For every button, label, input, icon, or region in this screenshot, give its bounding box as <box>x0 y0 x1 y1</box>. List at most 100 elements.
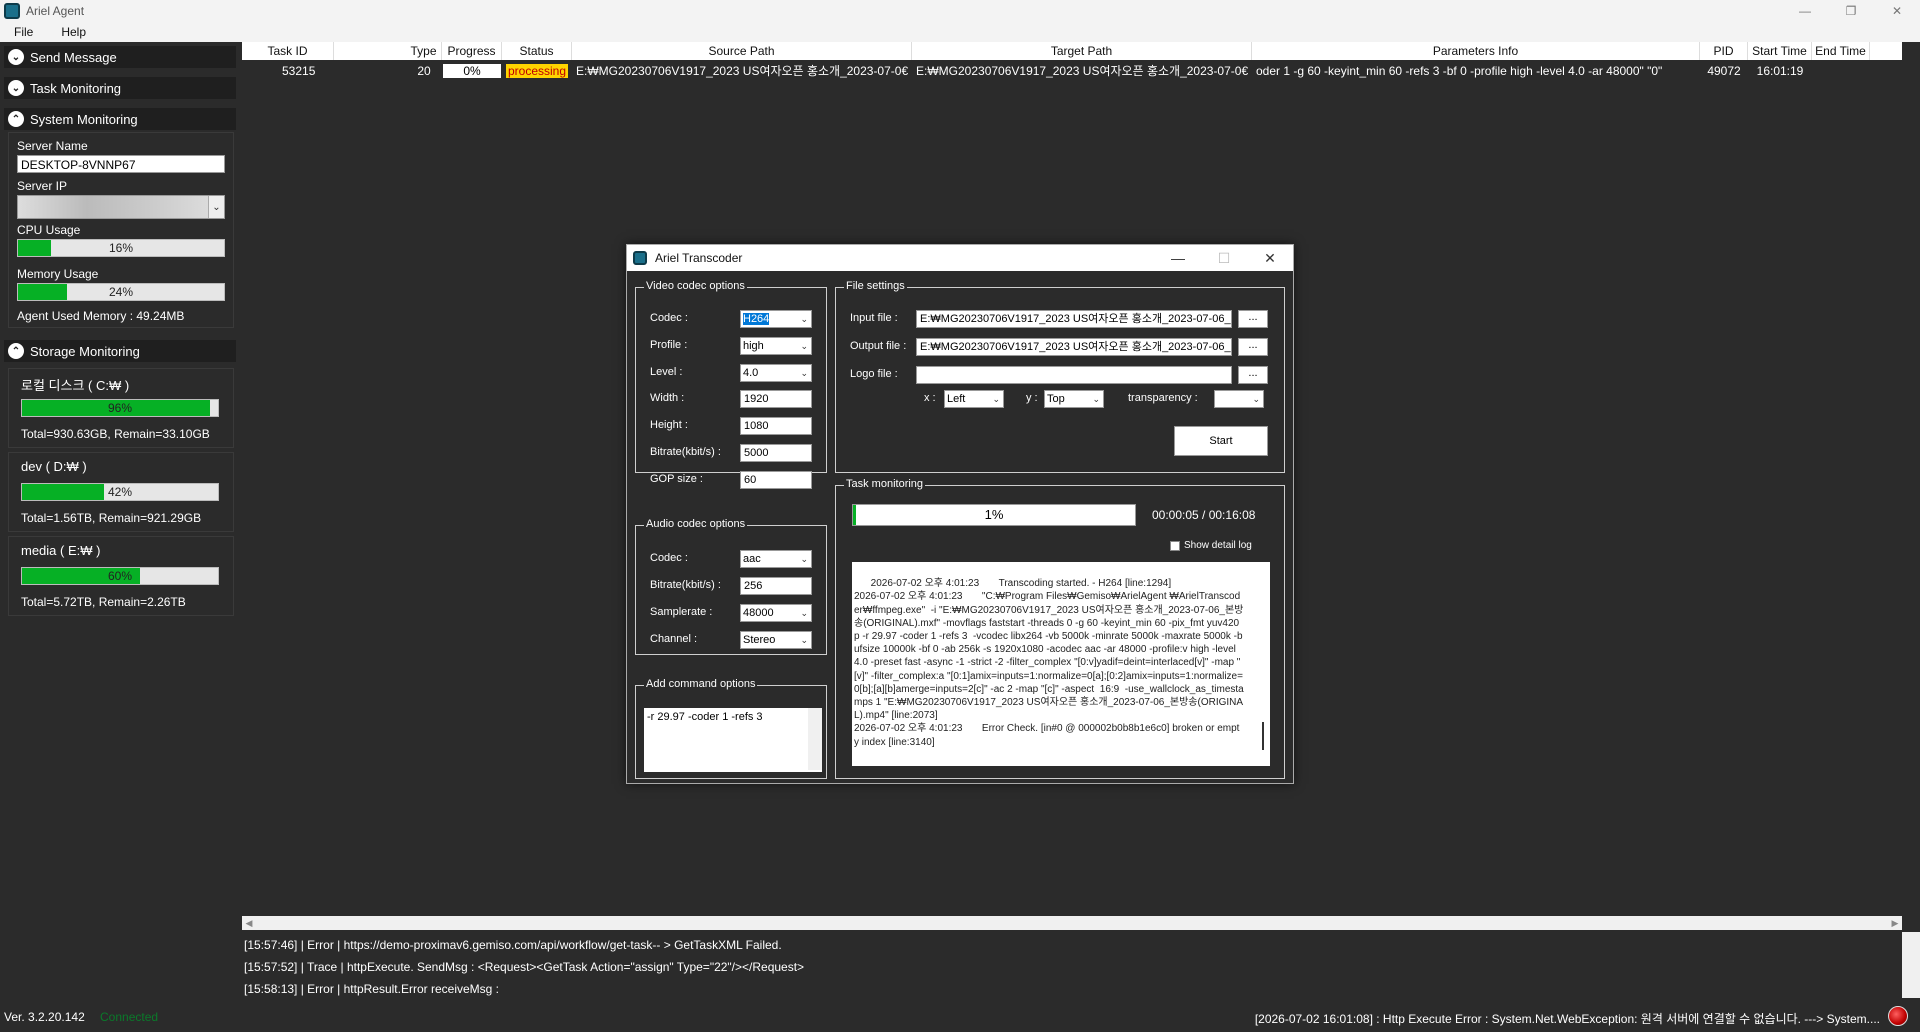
show-detail-log-toggle[interactable]: Show detail log <box>1170 540 1252 551</box>
server-name-field[interactable]: DESKTOP-8VNNP67 <box>17 155 225 173</box>
dialog-minimize-button[interactable]: — <box>1155 245 1201 271</box>
storage-name: media ( E:₩ ) <box>21 543 101 558</box>
profile-label: Profile : <box>650 339 688 351</box>
cell-source-path: E:₩MG20230706V1917_2023 US여자오픈 홍소개_2023-… <box>576 64 909 78</box>
log-scroll-thumb[interactable] <box>1262 722 1264 750</box>
samplerate-select[interactable]: 48000 ⌄ <box>740 604 812 622</box>
menu-file[interactable]: File <box>0 25 47 39</box>
chevron-down-icon: ⌄ <box>800 314 808 324</box>
dialog-maximize-button[interactable]: ☐ <box>1201 245 1247 271</box>
dialog-titlebar: Ariel Transcoder — ☐ ✕ <box>627 245 1293 271</box>
system-monitoring-label: System Monitoring <box>30 111 138 127</box>
system-monitoring-panel: Server Name DESKTOP-8VNNP67 Server IP ⌄ … <box>8 132 234 328</box>
log-line: [15:57:46] | Error | https://demo-proxim… <box>244 938 782 952</box>
audio-bitrate-input[interactable]: 256 <box>740 577 812 595</box>
channel-select[interactable]: Stereo ⌄ <box>740 631 812 649</box>
width-input[interactable]: 1920 <box>740 390 812 408</box>
col-status[interactable]: Status <box>502 42 572 60</box>
chevron-down-icon: ⌄ <box>1252 394 1260 404</box>
transcode-log[interactable]: 2026-07-02 오후 4:01:23 Transcoding starte… <box>852 562 1270 766</box>
col-source-path[interactable]: Source Path <box>572 42 912 60</box>
input-file-browse-button[interactable]: ... <box>1238 310 1268 328</box>
chevron-down-icon: ⌄ <box>992 394 1000 404</box>
x-select[interactable]: Left ⌄ <box>944 390 1004 408</box>
chevron-down-icon: ⌄ <box>8 49 24 65</box>
maximize-button[interactable]: ❐ <box>1828 0 1874 22</box>
gop-label: GOP size : <box>650 473 703 485</box>
y-select[interactable]: Top ⌄ <box>1044 390 1104 408</box>
x-label: x : <box>924 392 936 404</box>
col-pid[interactable]: PID <box>1700 42 1748 60</box>
gop-input[interactable]: 60 <box>740 471 812 489</box>
audio-codec-label: Codec : <box>650 552 688 564</box>
table-row[interactable]: 53215 20 0% processing E:₩MG20230706V191… <box>242 62 1902 80</box>
col-progress[interactable]: Progress <box>442 42 502 60</box>
dialog-close-button[interactable]: ✕ <box>1247 245 1293 271</box>
file-settings-group: File settings Input file : E:₩MG20230706… <box>835 280 1285 473</box>
chevron-down-icon: ⌄ <box>800 635 808 645</box>
video-codec-label: Codec : <box>650 312 688 324</box>
samplerate-label: Samplerate : <box>650 606 713 618</box>
x-value: Left <box>947 393 966 405</box>
y-value: Top <box>1047 393 1065 405</box>
menu-bar: File Help <box>0 22 1920 42</box>
scroll-right-icon[interactable]: ▶ <box>1888 916 1902 930</box>
height-input[interactable]: 1080 <box>740 417 812 435</box>
audio-codec-legend: Audio codec options <box>644 518 748 530</box>
profile-select[interactable]: high ⌄ <box>740 337 812 355</box>
list-horizontal-scrollbar[interactable]: ◀ ▶ <box>242 916 1902 930</box>
app-title: Ariel Agent <box>26 4 85 18</box>
col-target-path[interactable]: Target Path <box>912 42 1252 60</box>
memory-usage-label: Memory Usage <box>17 267 99 281</box>
input-file-field[interactable]: E:₩MG20230706V1917_2023 US여자오픈 홍소개_2023-… <box>916 310 1232 328</box>
output-file-browse-button[interactable]: ... <box>1238 338 1268 356</box>
cpu-usage-value: 16% <box>108 241 134 255</box>
col-parameters-info[interactable]: Parameters Info <box>1252 42 1700 60</box>
command-options-textarea[interactable]: -r 29.97 -coder 1 -refs 3 <box>644 708 822 772</box>
storage-name: dev ( D:₩ ) <box>21 459 87 474</box>
left-panel: ⌄ Send Message ⌄ Task Monitoring ⌃ Syste… <box>0 42 240 996</box>
server-name-label: Server Name <box>17 139 88 153</box>
menu-help[interactable]: Help <box>47 25 100 39</box>
transparency-label: transparency : <box>1128 392 1198 404</box>
audio-codec-value: aac <box>743 553 761 565</box>
cell-pid: 49072 <box>1707 64 1741 78</box>
task-monitoring-header[interactable]: ⌄ Task Monitoring <box>4 77 236 99</box>
start-button[interactable]: Start <box>1174 426 1268 456</box>
output-file-field[interactable]: E:₩MG20230706V1917_2023 US여자오픈 홍소개_2023-… <box>916 338 1232 356</box>
task-monitoring-label: Task Monitoring <box>30 80 122 96</box>
app-icon <box>633 251 647 265</box>
col-start-time[interactable]: Start Time <box>1748 42 1812 60</box>
close-button[interactable]: ✕ <box>1874 0 1920 22</box>
chevron-down-icon: ⌄ <box>8 80 24 96</box>
task-monitoring-legend: Task monitoring <box>844 478 926 490</box>
channel-label: Channel : <box>650 633 698 645</box>
scroll-left-icon[interactable]: ◀ <box>242 916 256 930</box>
send-message-header[interactable]: ⌄ Send Message <box>4 46 236 68</box>
minimize-button[interactable]: — <box>1782 0 1828 22</box>
server-ip-select[interactable]: ⌄ <box>17 195 225 219</box>
level-select[interactable]: 4.0 ⌄ <box>740 364 812 382</box>
cell-task-id: 53215 <box>282 64 316 78</box>
logo-file-browse-button[interactable]: ... <box>1238 366 1268 384</box>
transcode-progress-fill <box>853 505 856 525</box>
system-monitoring-header[interactable]: ⌃ System Monitoring <box>4 108 236 130</box>
list-vertical-scrollbar[interactable] <box>1902 42 1920 930</box>
video-bitrate-label: Bitrate(kbit/s) : <box>650 446 721 458</box>
log-scrollbar[interactable] <box>1902 932 1920 998</box>
audio-codec-select[interactable]: aac ⌄ <box>740 550 812 568</box>
level-value: 4.0 <box>743 367 759 379</box>
col-task-id[interactable]: Task ID <box>242 42 334 60</box>
storage-total: Total=1.56TB, Remain=921.29GB <box>21 511 202 525</box>
storage-monitoring-header[interactable]: ⌃ Storage Monitoring <box>4 340 236 362</box>
col-type[interactable]: Type <box>406 42 442 60</box>
dialog-title: Ariel Transcoder <box>655 251 743 265</box>
transparency-select[interactable]: ⌄ <box>1214 390 1264 408</box>
textarea-scrollbar[interactable] <box>808 708 822 770</box>
checkbox-icon[interactable] <box>1170 540 1180 551</box>
video-codec-select[interactable]: H264 ⌄ <box>740 310 812 328</box>
video-bitrate-input[interactable]: 5000 <box>740 444 812 462</box>
col-end-time[interactable]: End Time <box>1812 42 1870 60</box>
logo-file-field[interactable] <box>916 366 1232 384</box>
storage-item: 로컬 디스크 ( C:₩ ) 96% Total=930.63GB, Remai… <box>8 368 234 448</box>
